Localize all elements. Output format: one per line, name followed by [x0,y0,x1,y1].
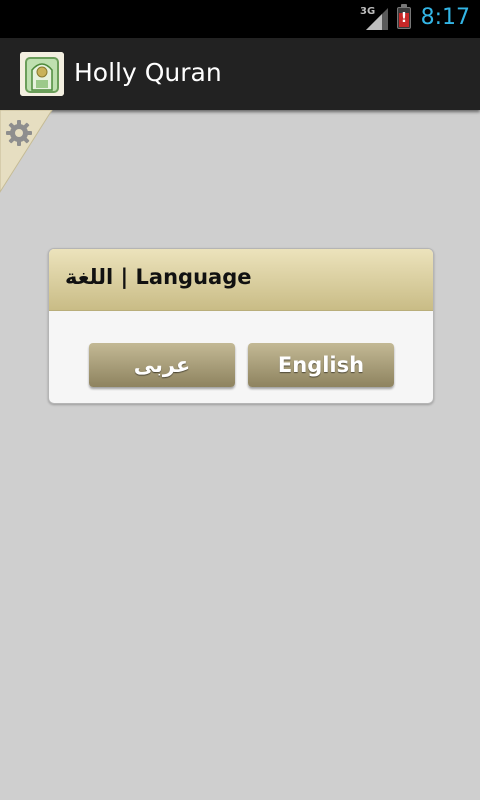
language-dialog: اللغة | Language عربى English [48,248,434,404]
battery-alert-mark: ! [401,11,407,26]
signal-icon [366,8,388,30]
action-bar: Holly Quran [0,38,480,110]
mosque-emblem-icon [20,52,64,96]
app-mosque-icon[interactable] [20,52,64,96]
dialog-title: اللغة | Language [65,265,252,289]
status-clock: 8:17 [420,5,470,30]
dialog-header: اللغة | Language [49,249,433,311]
battery-warning-icon: ! [397,4,411,29]
arabic-language-button[interactable]: عربى [89,343,235,387]
english-language-button[interactable]: English [248,343,394,387]
status-bar: 3G ! 8:17 [0,0,480,38]
gear-icon[interactable] [6,120,32,146]
app-title: Holly Quran [74,58,222,87]
